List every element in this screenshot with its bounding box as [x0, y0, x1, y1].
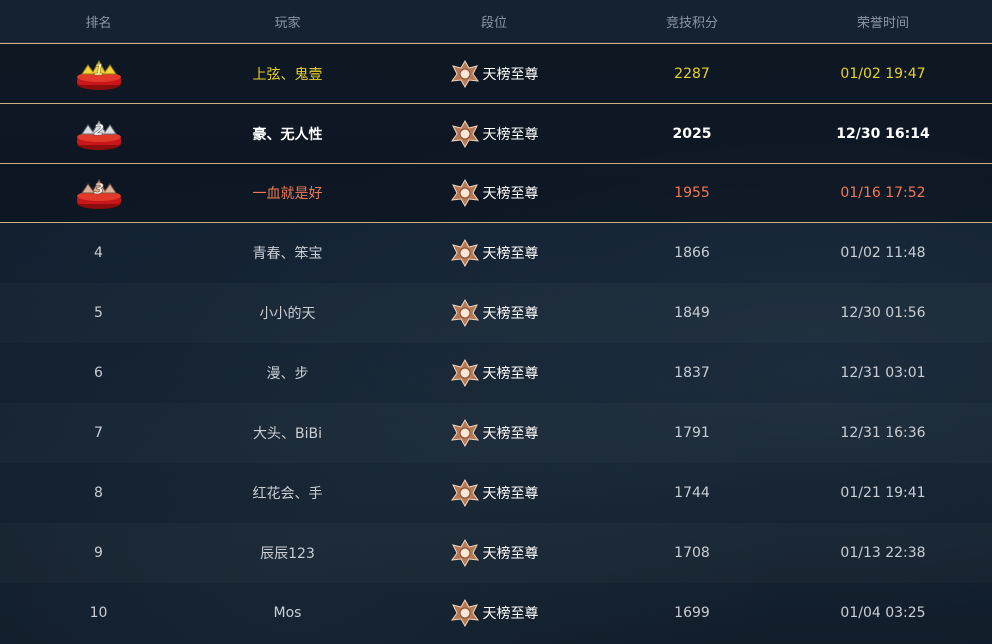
header-time: 荣誉时间 — [856, 15, 909, 31]
rank-number: 10 — [89, 605, 108, 621]
tier-emblem-icon — [450, 298, 479, 328]
time-cell: 01/16 17:52 — [840, 185, 926, 201]
header-tier: 段位 — [480, 15, 507, 31]
rank-cell: 2 — [0, 104, 197, 163]
score-cell: 1699 — [674, 605, 710, 621]
time-cell: 12/30 01:56 — [840, 305, 926, 321]
score-cell: 1866 — [674, 245, 710, 261]
tier-emblem-icon — [450, 238, 479, 268]
table-row[interactable]: 3 一血就是好 天榜至尊 1955 01/16 17:52 — [0, 163, 992, 223]
rank-cell: 3 — [0, 164, 197, 222]
tier-cell: 天榜至尊 — [378, 523, 610, 583]
tier-emblem-icon — [450, 598, 479, 628]
player-name[interactable]: 红花会、手 — [197, 463, 378, 523]
header-player: 玩家 — [274, 15, 301, 31]
score-cell: 2025 — [672, 125, 712, 142]
table-header: 排名 玩家 段位 竞技积分 荣誉时间 — [0, 0, 992, 43]
tier-emblem-icon — [450, 358, 479, 388]
tier-emblem-icon — [450, 119, 479, 148]
player-name[interactable]: 大头、BiBi — [197, 403, 378, 463]
tier-emblem-icon — [450, 538, 479, 568]
tier-emblem-icon — [450, 478, 479, 508]
score-cell: 1744 — [674, 485, 710, 501]
tier-label: 天榜至尊 — [482, 366, 539, 382]
time-cell: 01/02 11:48 — [840, 245, 926, 261]
time-cell: 12/30 16:14 — [836, 125, 930, 142]
tier-label: 天榜至尊 — [482, 246, 539, 262]
player-name[interactable]: 青春、笨宝 — [197, 223, 378, 283]
score-cell: 1708 — [674, 545, 710, 561]
tier-label: 天榜至尊 — [482, 186, 539, 202]
tier-cell: 天榜至尊 — [378, 283, 610, 343]
rank-number: 5 — [94, 305, 103, 321]
table-row[interactable]: 2 豪、无人性 天榜至尊 2025 12/30 16:14 — [0, 103, 992, 163]
score-cell: 1849 — [674, 305, 710, 321]
tier-cell: 天榜至尊 — [378, 463, 610, 523]
tier-label: 天榜至尊 — [482, 126, 539, 143]
table-row[interactable]: 9 辰辰123 天榜至尊 1708 01/13 22:38 — [0, 523, 992, 583]
player-name[interactable]: 辰辰123 — [197, 523, 378, 583]
leaderboard-table: 排名 玩家 段位 竞技积分 荣誉时间 1 上弦、鬼壹 天榜至尊 2287 01/… — [0, 0, 992, 644]
player-name[interactable]: 上弦、鬼壹 — [197, 44, 378, 103]
table-row[interactable]: 8 红花会、手 天榜至尊 1744 01/21 19:41 — [0, 463, 992, 523]
player-name[interactable]: 一血就是好 — [197, 164, 378, 222]
tier-cell: 天榜至尊 — [378, 583, 610, 643]
gold-medal-icon: 1 — [76, 59, 121, 90]
tier-label: 天榜至尊 — [482, 306, 539, 322]
tier-label: 天榜至尊 — [482, 66, 539, 83]
time-cell: 01/02 19:47 — [840, 65, 926, 82]
score-cell: 2287 — [674, 65, 710, 82]
bronze-medal-icon: 3 — [76, 178, 121, 209]
svg-text:2: 2 — [93, 121, 103, 139]
tier-label: 天榜至尊 — [482, 486, 539, 502]
svg-text:1: 1 — [93, 61, 103, 79]
tier-cell: 天榜至尊 — [378, 403, 610, 463]
tier-emblem-icon — [450, 178, 479, 208]
score-cell: 1955 — [674, 185, 710, 201]
player-name[interactable]: 漫、步 — [197, 343, 378, 403]
header-score: 竞技积分 — [665, 15, 718, 31]
table-row[interactable]: 4 青春、笨宝 天榜至尊 1866 01/02 11:48 — [0, 223, 992, 283]
tier-label: 天榜至尊 — [482, 426, 539, 442]
header-rank: 排名 — [85, 15, 112, 31]
tier-cell: 天榜至尊 — [378, 223, 610, 283]
time-cell: 01/04 03:25 — [840, 605, 926, 621]
tier-emblem-icon — [450, 59, 479, 88]
tier-cell: 天榜至尊 — [378, 164, 610, 222]
rank-number: 6 — [94, 365, 103, 381]
table-row[interactable]: 7 大头、BiBi 天榜至尊 1791 12/31 16:36 — [0, 403, 992, 463]
tier-label: 天榜至尊 — [482, 606, 539, 622]
time-cell: 01/13 22:38 — [840, 545, 926, 561]
time-cell: 01/21 19:41 — [840, 485, 926, 501]
time-cell: 12/31 16:36 — [840, 425, 926, 441]
rank-cell: 1 — [0, 44, 197, 103]
tier-cell: 天榜至尊 — [378, 44, 610, 103]
score-cell: 1791 — [674, 425, 710, 441]
time-cell: 12/31 03:01 — [840, 365, 926, 381]
table-row[interactable]: 5 小小的天 天榜至尊 1849 12/30 01:56 — [0, 283, 992, 343]
rank-number: 8 — [94, 485, 103, 501]
rank-number: 7 — [94, 425, 103, 441]
tier-cell: 天榜至尊 — [378, 104, 610, 163]
rank-number: 4 — [94, 245, 103, 261]
silver-medal-icon: 2 — [76, 119, 121, 150]
table-row[interactable]: 6 漫、步 天榜至尊 1837 12/31 03:01 — [0, 343, 992, 403]
tier-cell: 天榜至尊 — [378, 343, 610, 403]
tier-label: 天榜至尊 — [482, 546, 539, 562]
player-name[interactable]: 小小的天 — [197, 283, 378, 343]
table-row[interactable]: 1 上弦、鬼壹 天榜至尊 2287 01/02 19:47 — [0, 43, 992, 103]
player-name[interactable]: 豪、无人性 — [197, 104, 378, 163]
player-name[interactable]: Mos — [197, 583, 378, 643]
score-cell: 1837 — [674, 365, 710, 381]
svg-text:3: 3 — [93, 180, 103, 198]
table-row[interactable]: 10 Mos 天榜至尊 1699 01/04 03:25 — [0, 583, 992, 643]
rank-number: 9 — [94, 545, 103, 561]
tier-emblem-icon — [450, 418, 479, 448]
